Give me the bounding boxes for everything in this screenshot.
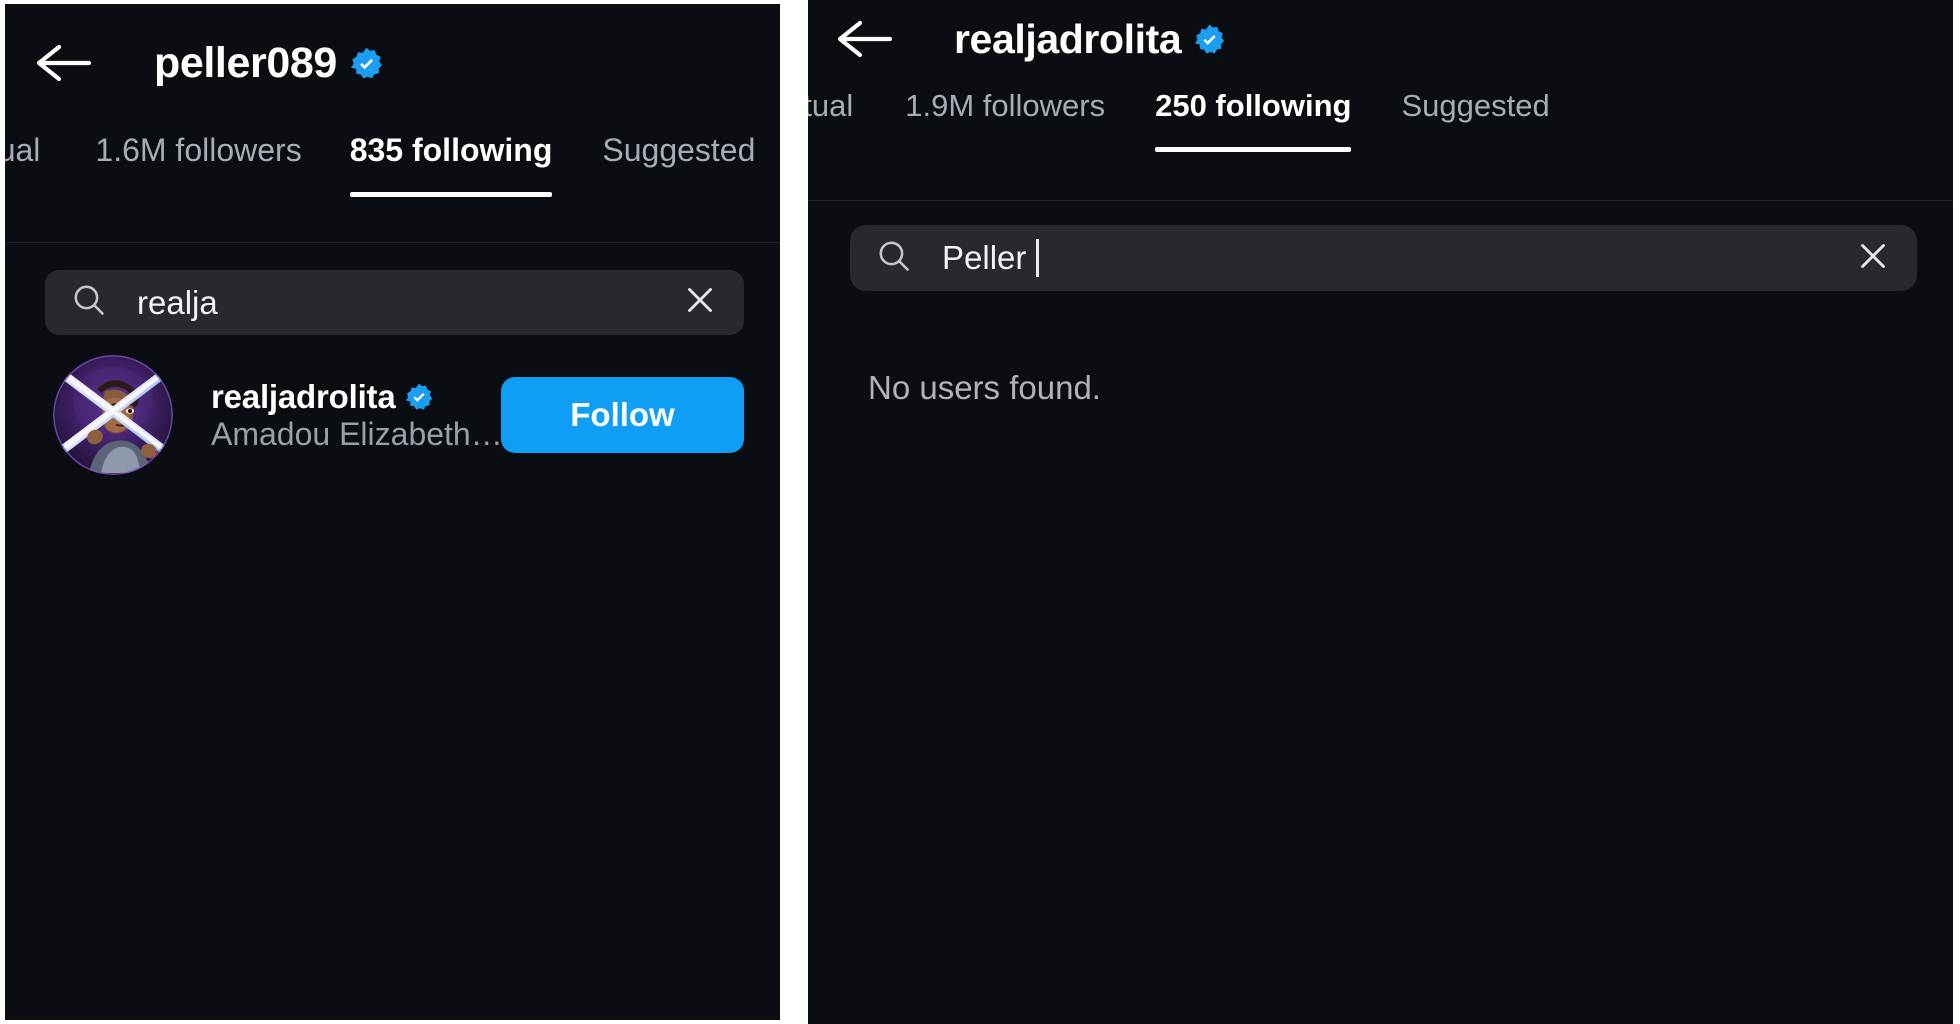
right-search-area: Peller — [808, 201, 1953, 291]
tab-following[interactable]: 250 following — [1155, 78, 1352, 152]
tab-followers[interactable]: 1.6M followers — [95, 122, 301, 169]
left-search-area: realja — [5, 243, 780, 335]
result-meta: realjadrolita Amadou Elizabeth… — [211, 378, 503, 453]
list-item[interactable]: realjadrolita Amadou Elizabeth… Follow — [53, 355, 744, 475]
left-results-list: realjadrolita Amadou Elizabeth… Follow — [5, 335, 780, 475]
tab-label: 1.9M followers — [905, 88, 1106, 123]
search-input-value: realja — [137, 284, 682, 322]
result-username-row: realjadrolita — [211, 378, 501, 416]
right-page-title: realjadrolita — [954, 16, 1225, 63]
tab-mutual[interactable]: utual — [5, 122, 40, 169]
left-header: peller089 — [5, 4, 780, 122]
tab-label: utual — [808, 88, 854, 123]
search-input[interactable]: Peller — [850, 225, 1917, 291]
tab-label: 835 following — [349, 132, 553, 168]
panel-gutter — [780, 0, 808, 1024]
user-avatar-image[interactable] — [53, 355, 173, 475]
tab-underline — [349, 192, 553, 197]
arrow-left-icon[interactable] — [35, 41, 91, 85]
search-input[interactable]: realja — [45, 270, 744, 335]
follow-button[interactable]: Follow — [501, 377, 744, 453]
verified-badge-icon — [405, 383, 433, 411]
left-tabs: utual 1.6M followers 835 following Sugge… — [5, 122, 780, 242]
left-phone-panel: peller089 utual 1.6M followers 835 foll — [5, 4, 780, 1020]
screenshot-stage: peller089 utual 1.6M followers 835 foll — [0, 0, 1960, 1024]
tab-underline — [1155, 147, 1352, 152]
tab-label: 250 following — [1155, 88, 1352, 123]
tab-suggested[interactable]: Suggested — [1401, 78, 1549, 124]
result-username: realjadrolita — [211, 377, 396, 415]
close-x-icon[interactable] — [1855, 238, 1891, 279]
tab-label: 1.6M followers — [95, 132, 302, 168]
search-query-text: Peller — [942, 239, 1027, 276]
right-tabs: utual 1.9M followers 250 following Sugge… — [808, 78, 1953, 200]
tab-label: Suggested — [1401, 88, 1550, 123]
right-username: realjadrolita — [954, 15, 1182, 62]
verified-badge-icon — [350, 47, 383, 80]
tab-label: utual — [5, 132, 41, 168]
tab-followers[interactable]: 1.9M followers — [905, 78, 1105, 124]
verified-badge-icon — [1194, 24, 1225, 55]
right-phone-panel: realjadrolita utual 1.9M followers 250 — [808, 0, 1953, 1024]
left-page-title: peller089 — [154, 39, 383, 88]
text-caret — [1036, 239, 1040, 277]
search-query-text: realja — [137, 283, 218, 321]
arrow-left-icon[interactable] — [836, 17, 892, 61]
close-x-icon[interactable] — [682, 282, 718, 323]
search-icon — [71, 282, 107, 323]
result-fullname: Amadou Elizabeth… — [211, 415, 503, 452]
empty-state-message: No users found. — [868, 369, 1101, 406]
right-header: realjadrolita — [808, 0, 1953, 78]
left-username: peller089 — [154, 38, 337, 87]
search-icon — [876, 238, 912, 279]
tab-mutual[interactable]: utual — [808, 78, 853, 124]
tab-suggested[interactable]: Suggested — [602, 122, 755, 169]
tab-following[interactable]: 835 following — [349, 122, 553, 197]
tab-label: Suggested — [602, 132, 756, 168]
search-input-value: Peller — [942, 239, 1855, 277]
